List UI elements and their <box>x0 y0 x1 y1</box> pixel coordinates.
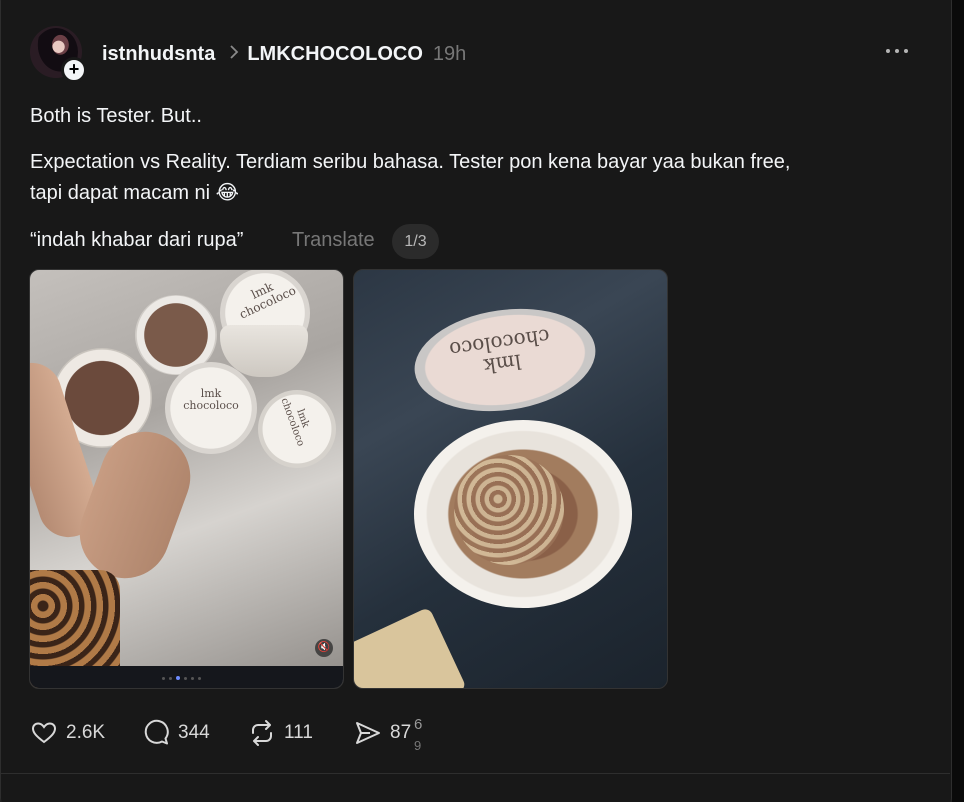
share-count-rolling-bottom: 9 <box>414 738 422 753</box>
carousel-dots[interactable] <box>162 676 201 680</box>
comment-icon <box>144 719 169 745</box>
post-text-line: Expectation vs Reality. Terdiam seribu b… <box>30 151 791 173</box>
carousel-bar <box>30 666 343 688</box>
like-count: 2.6K <box>66 722 106 743</box>
thread-post: + istnhudsnta LMKCHOCOLOCO 19h Both is T… <box>0 0 950 802</box>
heart-icon <box>31 722 57 744</box>
share-count: 87 6 9 <box>390 716 422 753</box>
username[interactable]: istnhudsnta <box>102 43 215 66</box>
toppings <box>454 455 564 565</box>
repost-count: 111 <box>284 722 313 743</box>
reply-count: 344 <box>178 722 210 743</box>
post-header: istnhudsnta LMKCHOCOLOCO 19h <box>102 41 466 67</box>
media-pager: 1/3 <box>392 224 439 259</box>
media-image-reality[interactable]: lmk chocoloco <box>353 269 668 689</box>
chevron-right-icon <box>229 44 239 64</box>
repost-button[interactable]: 111 <box>248 716 313 750</box>
mute-icon[interactable]: 🔇 <box>315 639 333 657</box>
post-divider <box>0 773 950 774</box>
translate-link[interactable]: Translate <box>292 225 375 256</box>
share-button[interactable]: 87 6 9 <box>354 716 422 753</box>
follow-plus-icon[interactable]: + <box>61 57 87 83</box>
like-button[interactable]: 2.6K <box>30 716 105 750</box>
table-edge <box>354 606 467 688</box>
share-count-value: 87 <box>390 722 412 743</box>
post-quote-line: “indah khabar dari rupa” <box>30 229 244 251</box>
media-image-product[interactable]: lmk chocoloco lmk chocoloco lmk chocoloc… <box>29 269 344 689</box>
post-text-line: Both is Tester. But.. <box>30 105 202 127</box>
more-icon[interactable] <box>886 49 908 53</box>
community-name[interactable]: LMKCHOCOLOCO <box>247 43 423 66</box>
share-count-rolling-top: 6 <box>414 716 423 733</box>
lid-label: lmk chocoloco <box>183 387 239 412</box>
reply-button[interactable]: 344 <box>142 716 210 750</box>
send-icon <box>356 722 380 744</box>
post-time[interactable]: 19h <box>433 43 466 66</box>
post-text-line: tapi dapat macam ni 😂 <box>30 182 240 204</box>
repost-icon <box>252 720 272 746</box>
